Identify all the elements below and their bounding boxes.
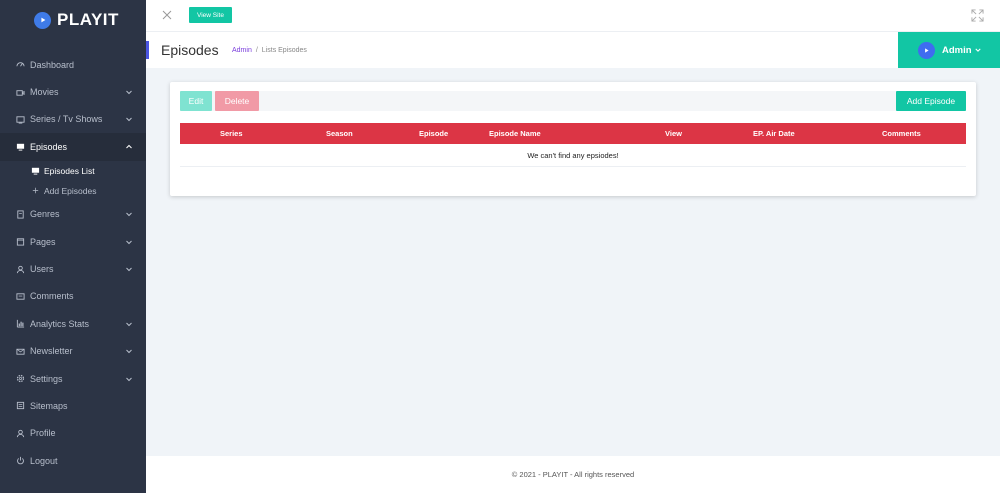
breadcrumb: Admin / Lists Episodes <box>232 47 307 54</box>
user-icon <box>16 265 25 274</box>
play-icon <box>34 11 51 29</box>
sidebar-subitem-add-episodes[interactable]: Add Episodes <box>0 181 146 201</box>
sidebar-subitem-label: Add Episodes <box>44 185 97 196</box>
empty-table-message: We can't find any epsiodes! <box>180 144 966 167</box>
chevron-down-icon <box>125 115 133 123</box>
sidebar-item-label: Profile <box>30 428 56 439</box>
settings-icon <box>16 374 25 383</box>
chevron-down-icon <box>125 265 133 273</box>
footer-copyright: © 2021 - PLAYIT - All rights reserved <box>511 470 635 479</box>
chevron-down-icon <box>125 320 133 328</box>
header-accent-bar <box>146 41 149 59</box>
column-header-comments[interactable]: Comments <box>882 123 921 144</box>
sidebar-item-logout[interactable]: Logout <box>0 447 146 474</box>
chevron-down-icon <box>125 88 133 96</box>
table-header-row: Series Season Episode Episode Name View … <box>180 123 966 144</box>
brand-logo[interactable]: PLAYIT <box>0 0 146 40</box>
logout-icon <box>16 456 25 465</box>
column-header-episode-name[interactable]: Episode Name <box>489 123 541 144</box>
chevron-up-icon <box>125 143 133 151</box>
sidebar-item-genres[interactable]: Genres <box>0 201 146 228</box>
pages-icon <box>16 237 25 246</box>
sidebar-item-label: Users <box>30 264 54 275</box>
sidebar-item-label: Movies <box>30 87 59 98</box>
breadcrumb-admin-link[interactable]: Admin <box>232 47 252 54</box>
sidebar-item-label: Series / Tv Shows <box>30 114 103 125</box>
column-header-episode[interactable]: Episode <box>419 123 448 144</box>
table-toolbar: Edit Delete Add Episode <box>180 91 966 111</box>
column-header-view[interactable]: View <box>665 123 682 144</box>
admin-user-menu[interactable]: Admin <box>898 32 1000 68</box>
sidebar-item-profile[interactable]: Profile <box>0 420 146 447</box>
episodes-icon <box>16 142 25 151</box>
chevron-down-icon <box>125 238 133 246</box>
column-header-season[interactable]: Season <box>326 123 353 144</box>
sidebar: PLAYIT Dashboard Movies Series / Tv Show… <box>0 0 146 493</box>
sidebar-item-label: Sitemaps <box>30 400 68 411</box>
admin-name: Admin <box>942 44 972 56</box>
sidebar-item-settings[interactable]: Settings <box>0 365 146 392</box>
chevron-down-icon <box>125 347 133 355</box>
breadcrumb-separator: / <box>255 47 258 54</box>
column-header-air-date[interactable]: EP. Air Date <box>753 123 795 144</box>
sidebar-item-label: Analytics Stats <box>30 318 90 329</box>
chevron-down-icon <box>125 210 133 218</box>
sidebar-item-label: Dashboard <box>30 59 75 70</box>
sidebar-item-newsletter[interactable]: Newsletter <box>0 338 146 365</box>
add-episode-button[interactable]: Add Episode <box>896 91 966 111</box>
plus-icon <box>31 186 40 195</box>
brand-name: PLAYIT <box>57 10 119 29</box>
view-site-button[interactable]: View Site <box>189 7 232 23</box>
sitemap-icon <box>16 401 25 410</box>
sidebar-item-analytics[interactable]: Analytics Stats <box>0 310 146 337</box>
list-icon <box>31 166 40 175</box>
sidebar-item-series[interactable]: Series / Tv Shows <box>0 106 146 133</box>
sidebar-nav: Dashboard Movies Series / Tv Shows Episo… <box>0 51 146 474</box>
genre-icon <box>16 210 25 219</box>
analytics-icon <box>16 319 25 328</box>
topbar: View Site <box>146 0 1000 32</box>
sidebar-item-label: Pages <box>30 236 56 247</box>
sidebar-item-episodes[interactable]: Episodes <box>0 133 146 161</box>
sidebar-item-users[interactable]: Users <box>0 255 146 282</box>
episodes-table: Series Season Episode Episode Name View … <box>180 123 966 167</box>
sidebar-item-comments[interactable]: Comments <box>0 283 146 310</box>
sidebar-item-label: Episodes <box>30 141 68 152</box>
sidebar-item-pages[interactable]: Pages <box>0 228 146 255</box>
delete-button[interactable]: Delete <box>215 91 259 111</box>
sidebar-item-movies[interactable]: Movies <box>0 78 146 105</box>
close-icon[interactable] <box>161 9 173 21</box>
fullscreen-icon[interactable] <box>971 9 984 22</box>
breadcrumb-current: Lists Episodes <box>261 47 307 54</box>
dashboard-icon <box>16 60 25 69</box>
edit-button[interactable]: Edit <box>180 91 212 111</box>
footer: © 2021 - PLAYIT - All rights reserved <box>146 456 1000 493</box>
sidebar-item-sitemaps[interactable]: Sitemaps <box>0 392 146 419</box>
comments-icon <box>16 292 25 301</box>
sidebar-item-label: Newsletter <box>30 346 73 357</box>
sidebar-subitem-episodes-list[interactable]: Episodes List <box>0 161 146 181</box>
play-icon <box>918 41 935 59</box>
sidebar-item-label: Genres <box>30 209 60 220</box>
chevron-down-icon <box>974 47 981 53</box>
chevron-down-icon <box>125 375 133 383</box>
page-header: Episodes Admin / Lists Episodes Admin <box>146 32 1000 68</box>
movie-icon <box>16 88 25 97</box>
sidebar-item-label: Logout <box>30 455 58 466</box>
sidebar-subitem-label: Episodes List <box>44 165 95 176</box>
tv-icon <box>16 115 25 124</box>
sidebar-item-label: Comments <box>30 291 74 302</box>
profile-icon <box>16 429 25 438</box>
episodes-card: Edit Delete Add Episode Series Season Ep… <box>170 82 976 196</box>
mail-icon <box>16 347 25 356</box>
sidebar-item-label: Settings <box>30 373 63 384</box>
page-title: Episodes <box>161 42 219 58</box>
column-header-series[interactable]: Series <box>220 123 243 144</box>
sidebar-item-dashboard[interactable]: Dashboard <box>0 51 146 78</box>
